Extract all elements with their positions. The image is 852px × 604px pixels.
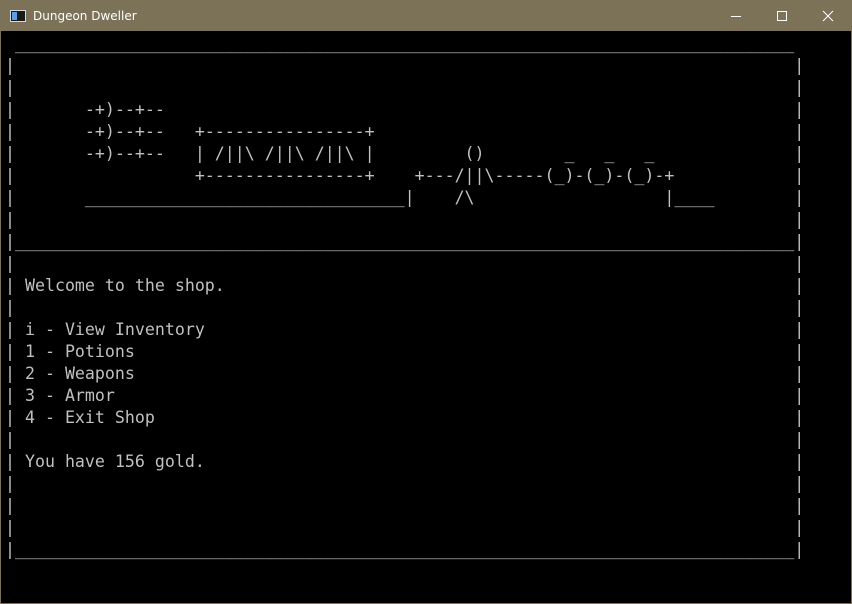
console-app-icon[interactable] (10, 10, 26, 22)
gold-status: | You have 156 gold. | (5, 452, 805, 471)
close-button[interactable] (805, 1, 851, 31)
console-line: | | (5, 298, 805, 317)
banner-line: |_______________________________________… (5, 232, 805, 251)
banner-art: ________________________________________… (5, 33, 804, 253)
console-line: | | (5, 474, 805, 493)
banner-line: | | (5, 56, 805, 75)
banner-line: ________________________________________… (5, 34, 795, 53)
close-icon (822, 10, 834, 22)
console-line: | | (5, 518, 805, 537)
console-line: | | (5, 254, 805, 273)
window-controls (713, 1, 851, 31)
menu-option-view-inventory: | i - View Inventory | (5, 320, 805, 339)
title-bar[interactable]: Dungeon Dweller (1, 1, 851, 31)
console-line: | | (5, 496, 805, 515)
banner-line: | | (5, 78, 805, 97)
minimize-button[interactable] (713, 1, 759, 31)
banner-line: | +----------------+ +---/||\-----(_)-(_… (5, 166, 805, 185)
console-line: | | (5, 430, 805, 449)
minimize-icon (731, 16, 741, 17)
menu-option-exit-shop: | 4 - Exit Shop | (5, 408, 805, 427)
console-output: ________________________________________… (5, 33, 804, 561)
maximize-button[interactable] (759, 1, 805, 31)
menu-option-potions: | 1 - Potions | (5, 342, 805, 361)
window-title: Dungeon Dweller (33, 9, 137, 23)
maximize-icon (777, 11, 787, 21)
banner-line: | | (5, 210, 805, 229)
shop-menu: | | | Welcome to the shop. | | | | i - V… (5, 253, 804, 561)
menu-option-weapons: | 2 - Weapons | (5, 364, 805, 383)
banner-line: | ________________________________| /\ |… (5, 188, 805, 207)
menu-option-armor: | 3 - Armor | (5, 386, 805, 405)
console-line: |_______________________________________… (5, 540, 805, 559)
banner-line: | -+)--+-- | /||\ /||\ /||\ | () _ _ _ | (5, 144, 805, 163)
console-window: Dungeon Dweller ________________________… (0, 0, 852, 604)
banner-line: | -+)--+-- | (5, 100, 805, 119)
banner-line: | -+)--+-- +----------------+ | (5, 122, 805, 141)
welcome-text: | Welcome to the shop. | (5, 276, 805, 295)
